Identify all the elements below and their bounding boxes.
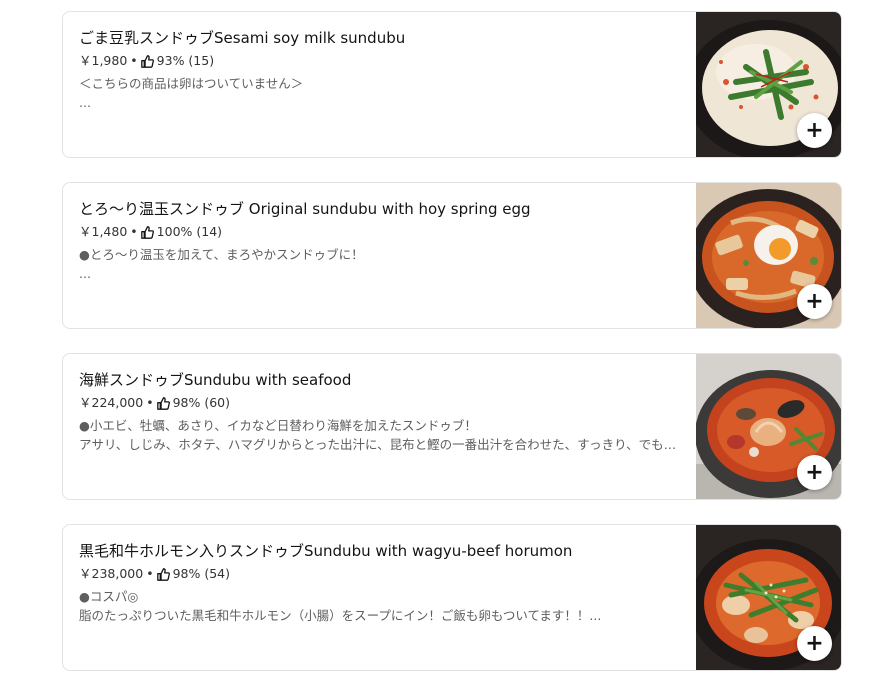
- thumbs-up-icon: [140, 54, 154, 68]
- meta-separator: •: [146, 566, 154, 581]
- sesame-soy-milk-sundubu-photo: +: [696, 12, 841, 157]
- menu-item-card[interactable]: 海鮮スンドゥブSundubu with seafood ￥224,000 • 9…: [62, 353, 842, 500]
- menu-item-card[interactable]: 黒毛和牛ホルモン入りスンドゥブSundubu with wagyu-beef h…: [62, 524, 842, 671]
- menu-item-description: ＜こちらの商品は卵はついていません＞: [79, 76, 304, 91]
- meta-separator: •: [130, 53, 138, 68]
- thumbs-up-icon: [156, 396, 170, 410]
- menu-item-description-more: ...: [79, 266, 91, 281]
- menu-item-card[interactable]: とろ〜り温玉スンドゥブ Original sundubu with hoy sp…: [62, 182, 842, 329]
- add-to-cart-button[interactable]: +: [797, 455, 832, 490]
- add-to-cart-button[interactable]: +: [797, 284, 832, 319]
- menu-item-info: とろ〜り温玉スンドゥブ Original sundubu with hoy sp…: [79, 199, 683, 283]
- add-to-cart-button[interactable]: +: [797, 113, 832, 148]
- menu-item-price: ￥1,480: [79, 224, 128, 239]
- menu-item-description: ●とろ〜り温玉を加えて、まろやかスンドゥブに！: [79, 247, 364, 262]
- menu-item-info: 海鮮スンドゥブSundubu with seafood ￥224,000 • 9…: [79, 370, 683, 454]
- menu-item-meta: ￥238,000 • 98% (54): [79, 566, 683, 582]
- menu-item-description: ●コスパ◎: [79, 589, 139, 604]
- menu-item-rating: 93% (15): [156, 53, 215, 68]
- menu-item-price: ￥224,000: [79, 395, 144, 410]
- menu-item-info: ごま豆乳スンドゥブSesami soy milk sundubu ￥1,980 …: [79, 28, 683, 112]
- menu-item-rating: 98% (54): [172, 566, 230, 581]
- menu-item-rating: 100% (14): [156, 224, 223, 239]
- menu-item-title: とろ〜り温玉スンドゥブ Original sundubu with hoy sp…: [79, 200, 531, 218]
- original-sundubu-egg-photo: +: [696, 183, 841, 328]
- menu-item-description-more: アサリ、しじみ、ホタテ、ハマグリからとった出汁に、昆布と鰹の一番出汁を合わせた、…: [79, 437, 683, 452]
- menu-item-price: ￥238,000: [79, 566, 144, 581]
- wagyu-horumon-sundubu-photo: +: [696, 525, 841, 670]
- menu-item-meta: ￥1,980 • 93% (15): [79, 53, 683, 69]
- menu-item-title: ごま豆乳スンドゥブSesami soy milk sundubu: [79, 29, 406, 47]
- menu-item-rating: 98% (60): [172, 395, 230, 410]
- seafood-sundubu-photo: +: [696, 354, 841, 499]
- menu-item-info: 黒毛和牛ホルモン入りスンドゥブSundubu with wagyu-beef h…: [79, 541, 683, 625]
- menu-item-card[interactable]: ごま豆乳スンドゥブSesami soy milk sundubu ￥1,980 …: [62, 11, 842, 158]
- thumbs-up-icon: [140, 225, 154, 239]
- menu-item-description-more: ...: [79, 95, 91, 110]
- menu-item-meta: ￥1,480 • 100% (14): [79, 224, 683, 240]
- add-to-cart-button[interactable]: +: [797, 626, 832, 661]
- menu-item-price: ￥1,980: [79, 53, 128, 68]
- menu-item-title: 海鮮スンドゥブSundubu with seafood: [79, 371, 352, 389]
- menu-item-title: 黒毛和牛ホルモン入りスンドゥブSundubu with wagyu-beef h…: [79, 542, 573, 560]
- menu-item-description: ●小エビ、牡蠣、あさり、イカなど日替わり海鮮を加えたスンドゥブ！: [79, 418, 477, 433]
- menu-item-description-more: 脂のたっぷりついた黒毛和牛ホルモン（小腸）をスープにイン！ご飯も卵もついてます！…: [79, 608, 602, 623]
- thumbs-up-icon: [156, 567, 170, 581]
- meta-separator: •: [146, 395, 154, 410]
- meta-separator: •: [130, 224, 138, 239]
- menu-item-meta: ￥224,000 • 98% (60): [79, 395, 683, 411]
